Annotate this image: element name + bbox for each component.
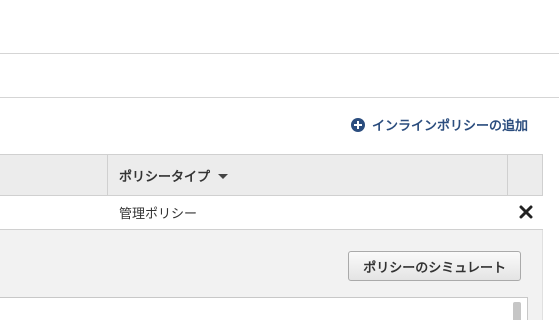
divider bbox=[0, 97, 559, 98]
caret-down-icon bbox=[218, 173, 229, 179]
policy-document-area[interactable] bbox=[0, 297, 528, 320]
policies-page: インラインポリシーの追加 ポリシータイプ 管理ポリシー ポリシーのシミュレート bbox=[0, 0, 559, 320]
plus-circle-icon bbox=[350, 117, 365, 132]
column-header-policy-type-label: ポリシータイプ bbox=[119, 169, 211, 185]
table-row: 管理ポリシー bbox=[0, 196, 543, 230]
close-icon[interactable] bbox=[519, 205, 533, 219]
add-inline-policy-link[interactable]: インラインポリシーの追加 bbox=[350, 115, 528, 134]
column-header-actions bbox=[508, 155, 542, 195]
column-header-policy-name[interactable] bbox=[0, 155, 108, 195]
attached-policies-table: ポリシータイプ 管理ポリシー bbox=[0, 154, 543, 230]
simulation-panel: ポリシーのシミュレート bbox=[0, 230, 543, 320]
simulate-policy-button[interactable]: ポリシーのシミュレート bbox=[348, 251, 521, 281]
add-inline-policy-label: インラインポリシーの追加 bbox=[371, 119, 528, 134]
divider bbox=[0, 53, 559, 54]
column-header-policy-type[interactable]: ポリシータイプ bbox=[108, 155, 508, 195]
table-header: ポリシータイプ bbox=[0, 154, 543, 196]
policy-type-cell: 管理ポリシー bbox=[119, 207, 198, 222]
scrollbar-thumb[interactable] bbox=[513, 302, 521, 320]
